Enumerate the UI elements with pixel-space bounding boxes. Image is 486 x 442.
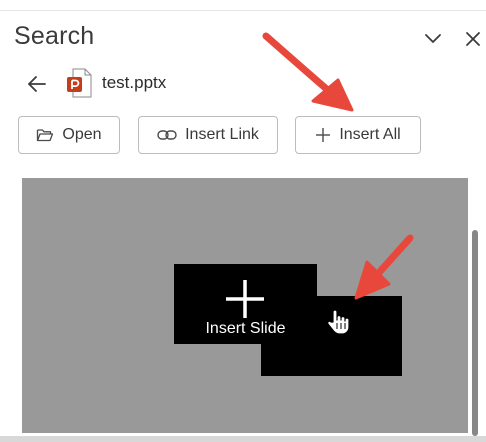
insert-link-button[interactable]: Insert Link [138,116,278,154]
top-strip [0,0,486,11]
insert-all-label: Insert All [339,126,401,143]
open-label: Open [62,126,102,143]
insert-slide-button[interactable]: Insert Slide [174,264,317,344]
close-icon[interactable] [462,29,484,49]
insert-link-label: Insert Link [185,126,259,143]
plus-icon [226,280,264,318]
arrow-left-icon[interactable] [26,73,48,95]
insert-slide-label: Insert Slide [205,320,286,337]
powerpoint-file-icon [67,68,92,98]
hand-pointer-icon [327,309,350,335]
screenshot-frame: Search test.pptx Open Insert Link Insert… [0,0,486,442]
link-icon [157,130,177,140]
plus-icon [316,128,331,142]
file-name[interactable]: test.pptx [102,73,166,93]
search-pane: Search test.pptx Open Insert Link Insert… [0,0,486,436]
pane-title: Search [14,22,95,50]
scrollbar-thumb[interactable] [472,230,478,436]
folder-open-icon [37,129,54,142]
insert-all-button[interactable]: Insert All [295,116,421,154]
chevron-down-icon[interactable] [422,29,444,49]
open-button[interactable]: Open [18,116,120,154]
annotation-arrow-icon [262,32,354,112]
